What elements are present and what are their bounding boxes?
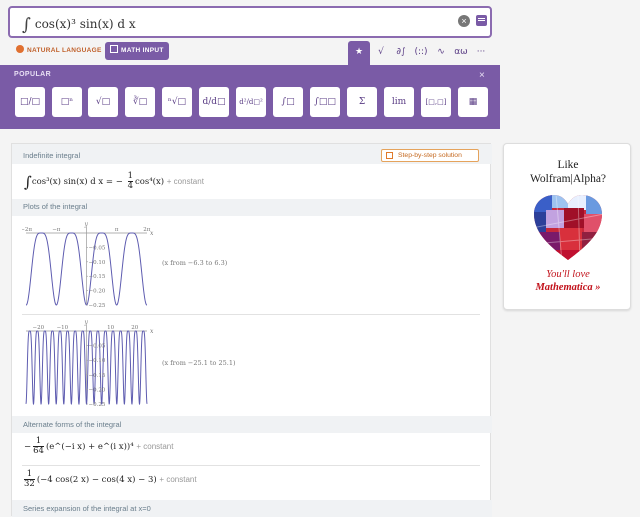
vector-button[interactable]: [□,□] (421, 87, 451, 117)
x-tick-label: 10 (107, 325, 114, 331)
indefinite-result: ∫cos³(x) sin(x) d x = − 1 4 cos⁴(x) + cons… (24, 171, 204, 192)
divider (22, 465, 480, 466)
mathematica-ad[interactable]: Like Wolfram|Alpha? You'll love Mathematic… (503, 143, 631, 310)
x-axis-label: x (150, 230, 154, 237)
y-axis-label: y (84, 221, 89, 228)
pod-title-plots: Plots of the integral (23, 202, 88, 211)
y-tick-label: −0.15 (89, 373, 106, 379)
step-by-step-button[interactable]: Step-by-step solution (381, 149, 479, 162)
limit-button[interactable]: lim (384, 87, 414, 117)
pod-title-alternate: Alternate forms of the integral (23, 420, 122, 429)
y-tick-label: −0.10 (89, 358, 106, 364)
integral-plot-2: x y −20 −10 10 20 −0.05 −0.10 −0.15 −0.20 −0.25 (25, 319, 154, 408)
x-tick-label: 2π (143, 227, 150, 233)
derivative-button[interactable]: d/d□ (199, 87, 229, 117)
close-icon[interactable]: × (479, 70, 485, 81)
definite-integral-button[interactable]: ∫□□ (310, 87, 340, 117)
sqrt-button[interactable]: √□ (88, 87, 118, 117)
y-tick-label: −0.10 (89, 260, 106, 266)
heart-logo (534, 195, 602, 260)
alternate-form-2: 1 32 (−4 cos(2 x) − cos(4 x) − 3) + consta… (24, 469, 197, 489)
query-text: ∫ cos(x)³ sin(x) d x (22, 15, 136, 35)
submit-icon[interactable] (476, 15, 487, 26)
integral-button[interactable]: ∫□ (273, 87, 303, 117)
tab-greek[interactable]: αω (450, 41, 472, 65)
x-axis-label: x (150, 328, 154, 335)
ad-cta-link[interactable]: You'll love Mathematica » (504, 268, 632, 294)
x-tick-label: −10 (57, 325, 69, 331)
plot1-range: (x from −6.3 to 6.3) (162, 259, 228, 267)
x-tick-label: −2π (22, 227, 32, 233)
integral-plot-1: x y −2π −π π 2π −0.05 −0.10 −0.15 −0.20 −0.25 (22, 221, 154, 309)
alternate-form-1: −1 64 (e^(−i x) + e^(i x))⁴ + constant (24, 436, 174, 456)
math-input-icon (110, 45, 118, 53)
tab-matrices[interactable]: (::) (410, 41, 432, 65)
plot2-range: (x from −25.1 to 25.1) (162, 359, 236, 367)
y-tick-label: −0.25 (89, 303, 106, 309)
y-tick-label: −0.20 (89, 289, 106, 295)
second-derivative-button[interactable]: d²/d□² (236, 87, 266, 117)
palette-title: POPULAR (14, 71, 52, 78)
cube-root-button[interactable]: ∛□ (125, 87, 155, 117)
x-tick-label: −π (52, 227, 61, 233)
x-tick-label: −20 (32, 325, 44, 331)
pod-title-indefinite: Indefinite integral (23, 151, 81, 160)
results-panel: Indefinite integral Step-by-step solutio… (11, 143, 492, 517)
math-input-button[interactable]: MATH INPUT (105, 42, 169, 60)
tab-popular[interactable]: ★ (348, 41, 370, 65)
y-tick-label: −0.05 (89, 245, 106, 251)
divider (22, 314, 480, 315)
clear-icon[interactable]: × (458, 15, 470, 27)
tab-functions[interactable]: ∿ (430, 41, 452, 65)
checkbox-icon (386, 152, 393, 159)
tab-radicals[interactable]: √ (370, 41, 392, 65)
power-button[interactable]: □ⁿ (52, 87, 82, 117)
sum-button[interactable]: Σ (347, 87, 377, 117)
y-axis-label: y (84, 319, 89, 326)
y-tick-label: −0.15 (89, 274, 106, 280)
search-input[interactable]: ∫ cos(x)³ sin(x) d x (8, 6, 492, 38)
x-tick-label: 20 (131, 325, 138, 331)
x-tick-label: π (115, 227, 119, 233)
y-tick-label: −0.05 (89, 344, 106, 350)
natural-language-icon (16, 45, 24, 53)
ad-title: Like Wolfram|Alpha? (529, 159, 607, 185)
nth-root-button[interactable]: ⁿ√□ (162, 87, 192, 117)
y-tick-label: −0.20 (89, 387, 106, 393)
natural-language-button[interactable]: NATURAL LANGUAGE (16, 42, 102, 60)
pod-title-series: Series expansion of the integral at x=0 (23, 504, 151, 513)
tab-calculus[interactable]: ∂∫ (390, 41, 412, 65)
y-tick-label: −0.25 (89, 402, 106, 408)
fraction-button[interactable]: □/□ (15, 87, 45, 117)
tab-more[interactable]: ··· (470, 41, 492, 65)
matrix-button[interactable]: ▦ (458, 87, 488, 117)
